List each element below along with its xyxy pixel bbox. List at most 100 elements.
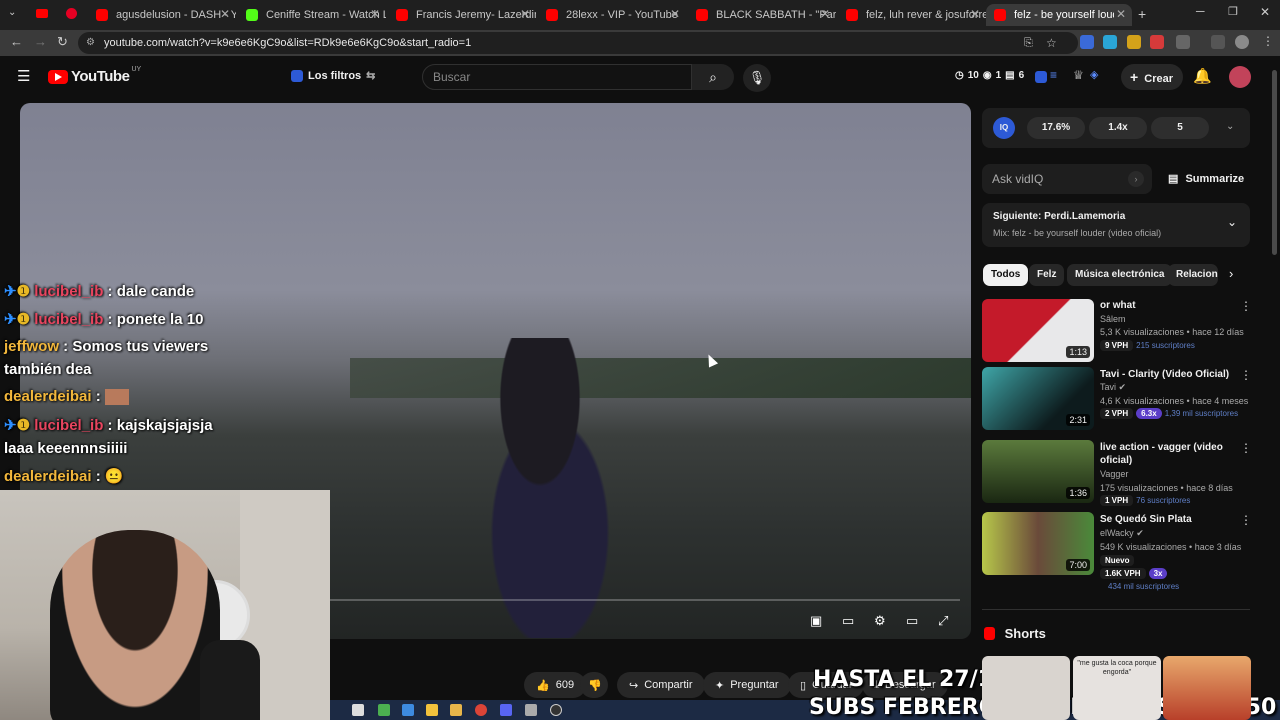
ask-button[interactable]: ✦ Preguntar: [703, 672, 791, 698]
hamburger-menu-icon[interactable]: ☰: [17, 67, 30, 85]
taskbar-folder-icon[interactable]: [450, 704, 462, 716]
close-icon[interactable]: ✕: [370, 7, 380, 21]
close-icon[interactable]: ✕: [220, 7, 230, 21]
extension-icon[interactable]: [1127, 35, 1141, 49]
profile-avatar-icon[interactable]: [1235, 35, 1249, 49]
video-channel[interactable]: elWacky ✔: [1100, 528, 1144, 539]
tab-felz-luh-rever[interactable]: felz, luh rever & josuforreal ✕: [838, 4, 986, 26]
video-title[interactable]: Tavi - Clarity (Video Oficial): [1100, 368, 1230, 381]
taskbar-app-icon[interactable]: [426, 704, 438, 716]
install-app-icon[interactable]: ⎘: [1024, 32, 1033, 54]
reload-icon[interactable]: ↻: [57, 34, 68, 50]
back-arrow-icon[interactable]: ←: [10, 34, 23, 49]
extension-icon[interactable]: [1103, 35, 1117, 49]
summarize-button[interactable]: ▤ Summarize: [1168, 172, 1244, 185]
taskbar-app-icon[interactable]: [525, 704, 537, 716]
more-options-icon[interactable]: ⋮: [1240, 299, 1252, 313]
taskbar-obs-icon[interactable]: [550, 704, 562, 716]
pinned-tab-pinterest[interactable]: [66, 8, 77, 19]
ask-vidiq-input[interactable]: Ask vidIQ ›: [982, 164, 1152, 194]
more-options-icon[interactable]: ⋮: [1240, 441, 1252, 455]
chevron-down-icon[interactable]: ⌄: [1227, 215, 1237, 229]
video-title[interactable]: live action - vagger (video oficial): [1100, 441, 1230, 467]
search-input[interactable]: Buscar: [422, 64, 692, 90]
vidiq-player-icon[interactable]: ▣: [810, 613, 822, 629]
taskbar-app-icon[interactable]: [352, 704, 364, 716]
close-icon[interactable]: ✕: [520, 7, 530, 21]
video-channel[interactable]: Tavi ✔: [1100, 382, 1126, 393]
short-thumbnail[interactable]: "me gusta la coca porque engorda": [1073, 656, 1161, 720]
address-bar[interactable]: ⚙ youtube.com/watch?v=k9e6e6KgC9o&list=R…: [78, 32, 1078, 54]
window-close-button[interactable]: ✕: [1260, 5, 1270, 19]
chip-musica-electronica[interactable]: Música electrónica: [1067, 264, 1173, 286]
chip-todos[interactable]: Todos: [983, 264, 1029, 286]
progress-bar[interactable]: [330, 599, 960, 601]
browser-menu-icon[interactable]: ⋮: [1262, 34, 1274, 48]
chevron-down-icon[interactable]: ⌄: [1226, 121, 1234, 132]
tab-black-sabbath[interactable]: BLACK SABBATH - "Paranoid ✕: [688, 4, 836, 26]
tab-search-icon[interactable]: ⌄: [8, 7, 16, 18]
forward-arrow-icon[interactable]: →: [34, 34, 47, 49]
vidiq-logo-icon[interactable]: IQ: [993, 117, 1015, 139]
tab-28lexx[interactable]: 28lexx - VIP - YouTube ✕: [538, 4, 686, 26]
adblock-extension-icon[interactable]: [1150, 35, 1164, 49]
subtitles-icon[interactable]: ▭: [842, 613, 854, 629]
pinned-tab-youtube[interactable]: [36, 9, 48, 18]
site-info-icon[interactable]: ⚙: [86, 32, 95, 54]
taskbar-chrome-icon[interactable]: [475, 704, 487, 716]
video-title[interactable]: Se Quedó Sin Plata: [1100, 513, 1230, 526]
video-title[interactable]: or what: [1100, 299, 1230, 312]
vidiq-toolbar-icon[interactable]: [1035, 71, 1047, 83]
dislike-button[interactable]: 👎: [580, 672, 608, 698]
tab-ceniffe-stream[interactable]: Ceniffe Stream - Watch Live o ✕: [238, 4, 386, 26]
more-options-icon[interactable]: ⋮: [1240, 513, 1252, 527]
fullscreen-icon[interactable]: ⤢: [938, 613, 948, 629]
tab-francis-jeremy[interactable]: Francis Jeremy- Lazerdim (Fr ✕: [388, 4, 536, 26]
close-icon[interactable]: ✕: [1116, 7, 1126, 21]
tab-agusdelusion[interactable]: agusdelusion - DASH - YouTu ✕: [88, 4, 236, 26]
media-control-icon[interactable]: [1211, 35, 1225, 49]
taskbar-discord-icon[interactable]: [500, 704, 512, 716]
new-tab-button[interactable]: +: [1138, 6, 1146, 22]
short-thumbnail[interactable]: [982, 656, 1070, 720]
send-arrow-icon[interactable]: ›: [1128, 171, 1144, 187]
video-thumbnail[interactable]: 7:00: [982, 512, 1094, 575]
like-button[interactable]: 👍 609: [524, 672, 586, 698]
vidiq-count-pill[interactable]: 5: [1151, 117, 1209, 139]
puzzle-extensions-icon[interactable]: [1176, 35, 1190, 49]
video-thumbnail[interactable]: 2:31: [982, 367, 1094, 430]
voice-search-button[interactable]: 🎙: [743, 64, 771, 92]
tab-felz-be-yourself-louder[interactable]: felz - be yourself louder ✕: [986, 4, 1132, 26]
chip-felz[interactable]: Felz: [1029, 264, 1065, 286]
chip-relacionados[interactable]: Relacion: [1168, 264, 1218, 286]
extension-icon[interactable]: [1080, 35, 1094, 49]
playlist-next-panel[interactable]: Siguiente: Perdi.Lamemoria Mix: felz - b…: [982, 203, 1250, 247]
vidiq-score-pill[interactable]: 17.6%: [1027, 117, 1085, 139]
bookmark-star-icon[interactable]: ☆: [1046, 32, 1057, 54]
short-thumbnail[interactable]: [1163, 656, 1251, 720]
page-scrollbar[interactable]: [1272, 70, 1277, 255]
video-channel[interactable]: Sâlem: [1100, 314, 1126, 324]
search-button[interactable]: ⌕: [692, 64, 734, 90]
taskbar-app-icon[interactable]: [378, 704, 390, 716]
filters-button[interactable]: Los filtros ⇆: [291, 69, 375, 82]
trophy-icon[interactable]: ♕: [1073, 68, 1084, 82]
notifications-bell-icon[interactable]: 🔔: [1193, 67, 1212, 85]
youtube-logo[interactable]: YouTube UY: [48, 66, 141, 85]
share-button[interactable]: ↪ Compartir: [617, 672, 705, 698]
account-avatar[interactable]: [1229, 66, 1251, 88]
create-button[interactable]: + Crear: [1121, 64, 1183, 90]
minimize-button[interactable]: ─: [1196, 4, 1205, 18]
restore-button[interactable]: ❐: [1228, 5, 1238, 18]
chevron-right-icon[interactable]: ›: [1229, 266, 1233, 281]
video-thumbnail[interactable]: 1:13: [982, 299, 1094, 362]
close-icon[interactable]: ✕: [970, 7, 980, 21]
close-icon[interactable]: ✕: [820, 7, 830, 21]
vidiq-multiplier-pill[interactable]: 1.4x: [1089, 117, 1147, 139]
taskbar-app-icon[interactable]: [402, 704, 414, 716]
more-options-icon[interactable]: ⋮: [1240, 368, 1252, 382]
video-thumbnail[interactable]: 1:36: [982, 440, 1094, 503]
gem-icon[interactable]: ◈: [1090, 68, 1098, 81]
video-channel[interactable]: Vagger: [1100, 469, 1128, 479]
bars-icon[interactable]: ≡: [1050, 68, 1057, 82]
